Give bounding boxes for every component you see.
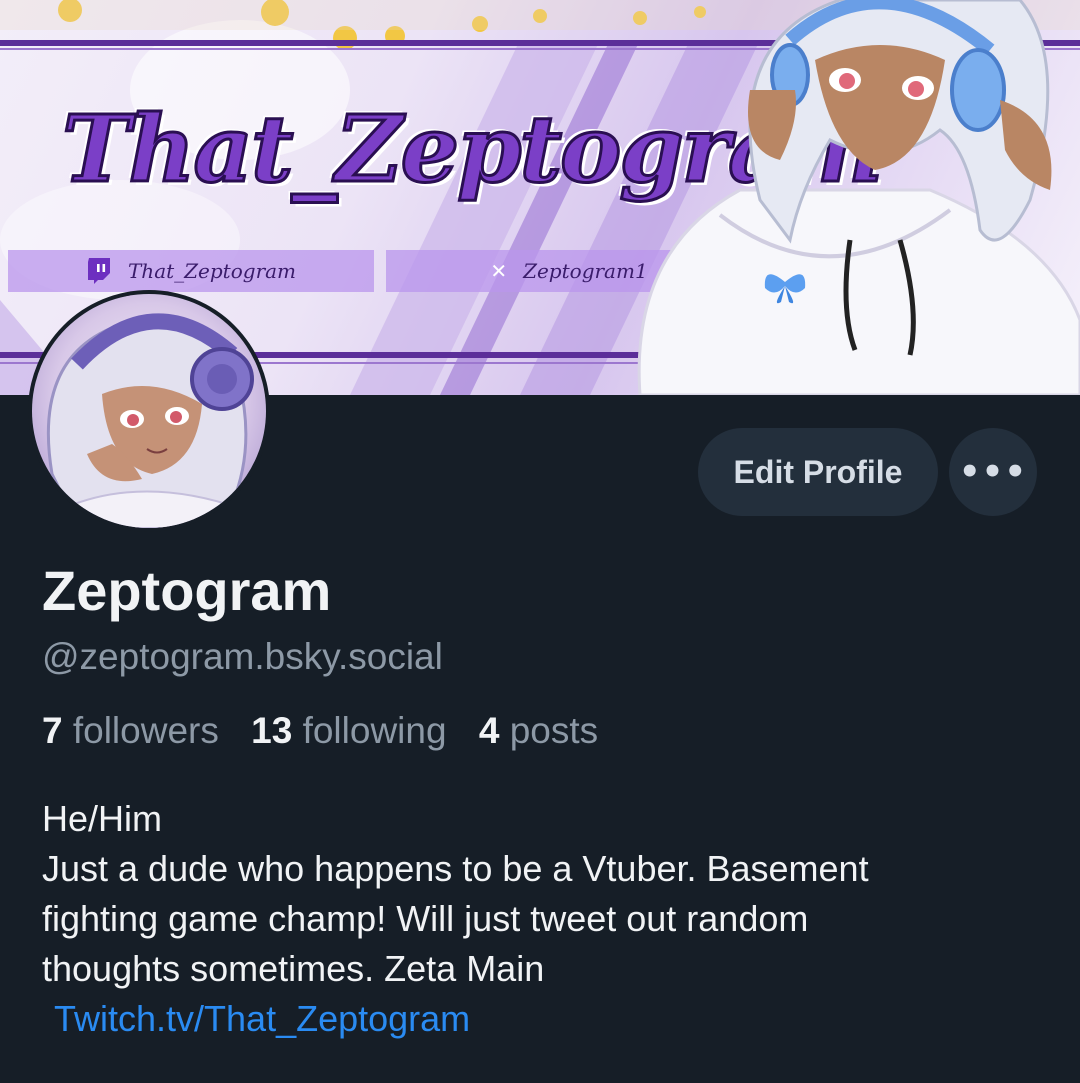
profile-page: That_Zeptogram That_Zeptogram ✕ Zeptogra… <box>0 0 1080 1083</box>
bio-line: fighting game champ! Will just tweet out… <box>42 898 809 939</box>
followers-label: followers <box>72 710 219 751</box>
profile-stats: 7 followers 13 following 4 posts <box>42 710 620 752</box>
banner-twitch-handle: That_Zeptogram <box>127 259 297 283</box>
posts-count: 4 <box>478 710 500 751</box>
avatar-image <box>32 294 266 528</box>
avatar-art <box>46 313 254 528</box>
bio-line: thoughts sometimes. Zeta Main <box>42 948 545 989</box>
display-name: Zeptogram <box>42 559 332 622</box>
banner-twitch-tag: That_Zeptogram <box>8 250 374 292</box>
banner-character-art <box>637 0 1080 395</box>
edit-profile-button[interactable]: Edit Profile <box>698 428 938 516</box>
avatar[interactable] <box>28 290 270 532</box>
posts-stat: 4 posts <box>479 710 598 751</box>
bio-twitch-link[interactable]: Twitch.tv/That_Zeptogram <box>54 994 1052 1044</box>
profile-bio: He/Him Just a dude who happens to be a V… <box>42 794 1052 1044</box>
ellipsis-icon: ••• <box>958 452 1028 492</box>
following-label: following <box>302 710 447 751</box>
followers-count: 7 <box>42 710 63 751</box>
bio-line: Just a dude who happens to be a Vtuber. … <box>42 848 869 889</box>
followers-stat[interactable]: 7 followers <box>42 710 219 751</box>
twitch-icon <box>87 258 110 284</box>
profile-handle: @zeptogram.bsky.social <box>42 636 443 677</box>
following-count: 13 <box>251 710 293 751</box>
posts-label: posts <box>509 710 599 751</box>
bio-line: He/Him <box>42 798 163 839</box>
x-logo-icon: ✕ <box>490 259 508 283</box>
more-options-button[interactable]: ••• <box>949 428 1037 516</box>
following-stat[interactable]: 13 following <box>251 710 446 751</box>
